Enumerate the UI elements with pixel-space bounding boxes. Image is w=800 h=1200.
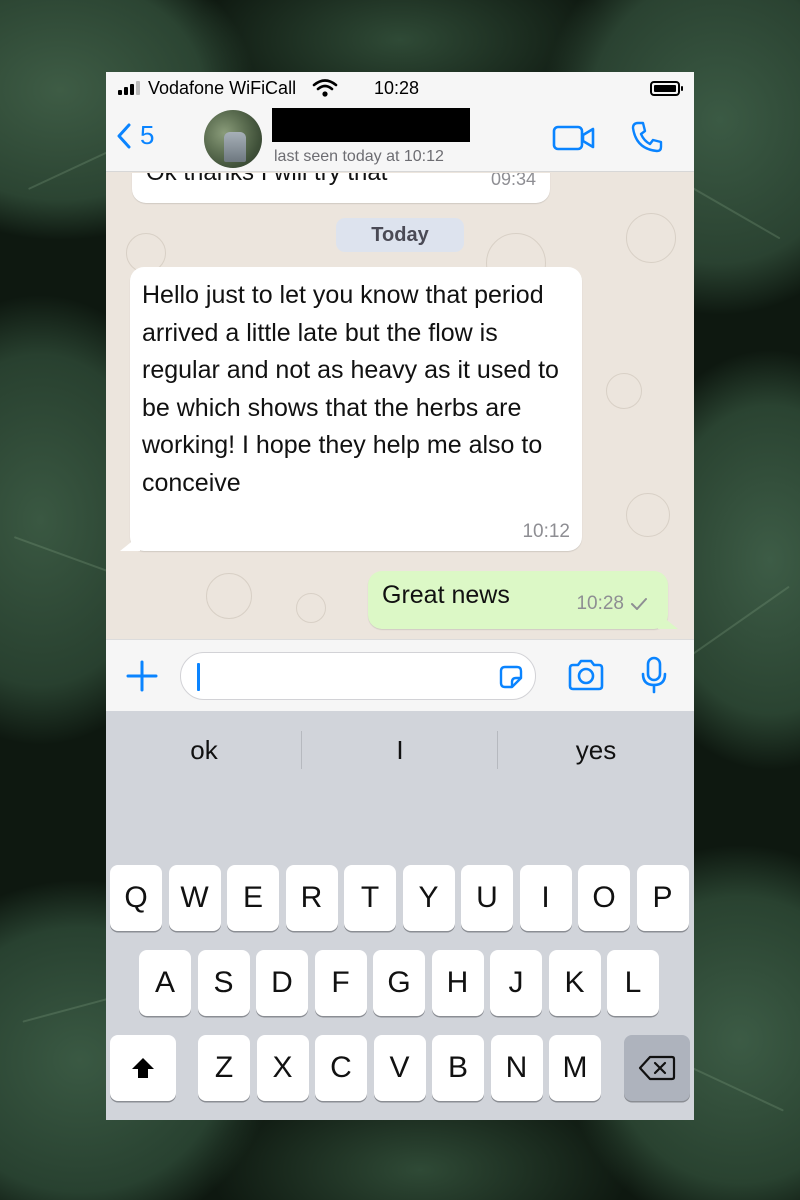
chat-header: 5 last seen today at 10:12 (106, 104, 694, 172)
key-c[interactable]: C (315, 1035, 367, 1101)
status-time: 10:28 (374, 78, 420, 98)
incoming-message-bubble[interactable]: Hello just to let you know that period a… (120, 267, 582, 551)
delete-key[interactable] (624, 1035, 690, 1101)
shift-icon (132, 1058, 154, 1078)
key-l[interactable]: L (607, 950, 659, 1016)
contact-avatar[interactable] (204, 110, 262, 168)
video-call-icon[interactable] (552, 124, 596, 152)
outgoing-message-bubble[interactable]: Great news 10:28 (368, 571, 678, 629)
key-b[interactable]: B (432, 1035, 484, 1101)
suggestion-i[interactable]: I (302, 735, 498, 766)
contact-name-redacted[interactable] (272, 108, 470, 142)
key-k[interactable]: K (548, 950, 601, 1016)
shift-key[interactable] (110, 1035, 176, 1101)
key-r[interactable]: R (285, 865, 338, 931)
message-time: 09:34 (490, 173, 536, 189)
key-u[interactable]: U (461, 865, 513, 931)
key-p[interactable]: P (636, 865, 689, 931)
previous-message-bubble[interactable]: Ok thanks I will try that 09:34 (132, 173, 550, 203)
suggestion-yes[interactable]: yes (498, 735, 694, 766)
phone-screen: Vodafone WiFiCall 10:28 5 last seen toda… (106, 72, 694, 1120)
key-j[interactable]: J (490, 950, 542, 1016)
sticker-icon[interactable] (497, 663, 525, 691)
key-e[interactable]: E (227, 865, 279, 931)
key-v[interactable]: V (373, 1035, 426, 1101)
message-input[interactable] (180, 652, 536, 700)
battery-icon (650, 81, 683, 96)
message-time: 10:28 (576, 593, 624, 614)
key-n[interactable]: N (490, 1035, 543, 1101)
carrier-label: Vodafone WiFiCall (148, 78, 297, 98)
keyboard: ok I yes 123 (106, 711, 694, 1120)
message-list[interactable]: Ok thanks I will try that 09:34 Today He… (106, 173, 694, 639)
day-separator: Today (336, 218, 464, 252)
key-x[interactable]: X (256, 1035, 309, 1101)
key-g[interactable]: G (373, 950, 425, 1016)
composer-bar (106, 639, 694, 711)
backspace-icon (638, 1055, 676, 1081)
text-caret (197, 663, 200, 691)
key-o[interactable]: O (578, 865, 630, 931)
key-t[interactable]: T (344, 865, 396, 931)
key-i[interactable]: I (519, 865, 572, 931)
chevron-left-icon (117, 123, 131, 148)
unread-count: 5 (140, 120, 155, 150)
camera-icon[interactable] (566, 658, 606, 692)
key-y[interactable]: Y (402, 865, 455, 931)
plus-icon[interactable] (124, 658, 160, 694)
key-z[interactable]: Z (198, 1035, 250, 1101)
status-bar: Vodafone WiFiCall 10:28 (106, 72, 694, 104)
key-s[interactable]: S (197, 950, 250, 1016)
suggestion-bar: ok I yes (106, 711, 694, 787)
message-time: 10:12 (522, 521, 570, 542)
last-seen-text: last seen today at 10:12 (274, 148, 444, 165)
message-text: Hello just to let you know that period a… (142, 281, 559, 497)
message-text: Great news (382, 581, 510, 609)
suggestion-ok[interactable]: ok (106, 735, 302, 766)
back-button[interactable]: 5 (116, 120, 154, 151)
key-w[interactable]: W (168, 865, 221, 931)
wifi-icon (312, 79, 338, 97)
message-text: Ok thanks I will try that (146, 173, 387, 187)
key-m[interactable]: M (549, 1035, 601, 1101)
key-f[interactable]: F (314, 950, 367, 1016)
signal-icon (118, 81, 140, 95)
mic-icon[interactable] (640, 656, 668, 694)
phone-call-icon[interactable] (630, 120, 664, 154)
key-q[interactable]: Q (110, 865, 162, 931)
single-check-icon (631, 598, 647, 610)
key-a[interactable]: A (139, 950, 191, 1016)
key-h[interactable]: H (431, 950, 484, 1016)
key-d[interactable]: D (256, 950, 308, 1016)
